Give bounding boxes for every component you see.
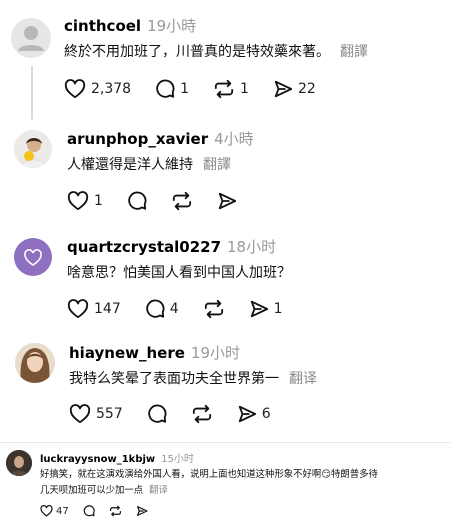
avatar[interactable] — [14, 238, 52, 276]
translate-link[interactable]: 翻譯 — [203, 157, 231, 173]
post-body: 人權還得是洋人維持 — [67, 157, 193, 173]
comment-button[interactable] — [147, 404, 167, 424]
timestamp: 4小時 — [214, 130, 254, 148]
username-text[interactable]: cinthcoel — [64, 17, 141, 35]
comment-icon — [146, 299, 165, 318]
share-button[interactable]: 6 — [237, 404, 271, 424]
like-button[interactable]: 557 — [69, 404, 123, 424]
comment-button[interactable] — [127, 191, 147, 211]
like-button[interactable]: 1 — [67, 191, 103, 211]
post-text: 我特么笑晕了表面功夫全世界第一 翻译 — [69, 368, 317, 388]
timestamp: 19小時 — [147, 17, 197, 35]
like-button[interactable]: 47 — [40, 505, 69, 517]
repost-button[interactable] — [171, 191, 193, 211]
username-text[interactable]: luckrayysnow_1kbjw — [40, 454, 155, 465]
heart-icon — [69, 404, 91, 424]
post-body: 好搞笑，就在这演戏演给外国人看，说明上面也知道这种形象不好啊😏特朗普多待 — [40, 469, 378, 480]
username[interactable]: quartzcrystal0227 18小时 — [67, 236, 276, 257]
comment-button[interactable]: 1 — [155, 79, 189, 99]
share-icon — [218, 192, 237, 210]
repost-button[interactable] — [191, 404, 213, 424]
like-count: 2,378 — [91, 81, 132, 97]
repost-icon — [192, 404, 211, 424]
share-count: 6 — [261, 406, 271, 422]
heart-icon — [64, 79, 86, 99]
action-bar: 147 4 1 — [67, 299, 307, 319]
share-button[interactable]: 1 — [249, 299, 283, 319]
share-icon — [238, 405, 256, 423]
avatar-photo-icon — [15, 343, 55, 383]
username-text[interactable]: quartzcrystal0227 — [67, 238, 221, 256]
username[interactable]: cinthcoel 19小時 — [64, 15, 196, 36]
translate-link[interactable]: 翻譯 — [340, 44, 368, 60]
post-text-line-1: 好搞笑，就在这演戏演给外国人看，说明上面也知道这种形象不好啊😏特朗普多待 — [40, 466, 378, 480]
like-count: 147 — [94, 301, 121, 317]
heart-icon — [67, 299, 89, 319]
comment-count: 4 — [169, 301, 179, 317]
timestamp: 19小时 — [190, 344, 240, 362]
avatar[interactable] — [11, 18, 51, 58]
repost-button[interactable] — [109, 505, 122, 517]
share-icon — [274, 80, 293, 98]
avatar[interactable] — [14, 130, 52, 168]
comment-button[interactable] — [83, 505, 95, 517]
avatar-photo-icon — [6, 450, 32, 476]
share-button[interactable]: 22 — [273, 79, 316, 99]
username[interactable]: hiaynew_here 19小时 — [69, 342, 240, 363]
like-count: 557 — [96, 406, 123, 422]
post-body: 几天呗加班可以少加一点 — [40, 485, 144, 496]
share-button[interactable] — [217, 191, 237, 211]
like-button[interactable]: 147 — [67, 299, 121, 319]
post-text: 啥意思？怕美国人看到中国人加班？ — [67, 262, 291, 282]
username-text[interactable]: hiaynew_here — [69, 344, 185, 362]
like-count: 47 — [56, 505, 69, 517]
repost-icon — [109, 505, 121, 517]
username-text[interactable]: arunphop_xavier — [67, 130, 208, 148]
repost-icon — [214, 79, 234, 99]
avatar[interactable] — [6, 450, 32, 476]
timestamp: 15小时 — [161, 454, 194, 465]
comment-icon — [148, 404, 167, 423]
share-icon — [250, 300, 268, 318]
share-count: 1 — [273, 301, 283, 317]
comment-icon — [128, 191, 147, 210]
action-bar: 47 — [40, 505, 172, 517]
share-button[interactable] — [136, 505, 148, 517]
action-bar: 1 — [67, 191, 261, 211]
action-bar: 557 6 — [69, 404, 295, 424]
repost-count: 1 — [240, 81, 249, 97]
repost-button[interactable] — [203, 299, 225, 319]
comment-button[interactable]: 4 — [145, 299, 179, 319]
post-body: 我特么笑晕了表面功夫全世界第一 — [69, 371, 279, 387]
post-body: 啥意思？怕美国人看到中国人加班？ — [67, 265, 291, 281]
comment-icon — [156, 79, 175, 98]
like-button[interactable]: 2,378 — [64, 79, 131, 99]
repost-button[interactable]: 1 — [213, 79, 249, 99]
thread-line — [31, 66, 33, 120]
post-body: 終於不用加班了，川普真的是特效藥來著。 — [64, 44, 330, 60]
translate-link[interactable]: 翻译 — [149, 485, 168, 496]
post-text-line-2: 几天呗加班可以少加一点 翻译 — [40, 482, 168, 496]
avatar-photo-icon — [14, 130, 52, 168]
username[interactable]: luckrayysnow_1kbjw 15小时 — [40, 450, 194, 465]
comment-count: 1 — [180, 81, 190, 97]
post-text: 人權還得是洋人維持 翻譯 — [67, 154, 231, 174]
action-bar: 2,378 1 1 22 — [64, 79, 340, 99]
heart-icon — [67, 191, 89, 211]
username[interactable]: arunphop_xavier 4小時 — [67, 128, 254, 149]
post-text: 終於不用加班了，川普真的是特效藥來著。 翻譯 — [64, 41, 368, 61]
share-icon — [136, 506, 148, 516]
timestamp: 18小时 — [227, 238, 277, 256]
divider — [0, 442, 450, 443]
heart-icon — [40, 505, 53, 517]
like-count: 1 — [94, 193, 103, 209]
repost-icon — [204, 299, 223, 319]
default-avatar-icon — [18, 26, 44, 51]
comment-icon — [83, 505, 95, 517]
avatar[interactable] — [15, 343, 55, 383]
share-count: 22 — [297, 81, 316, 97]
heart-avatar-icon — [24, 249, 42, 266]
translate-link[interactable]: 翻译 — [289, 371, 317, 387]
repost-icon — [172, 191, 192, 211]
